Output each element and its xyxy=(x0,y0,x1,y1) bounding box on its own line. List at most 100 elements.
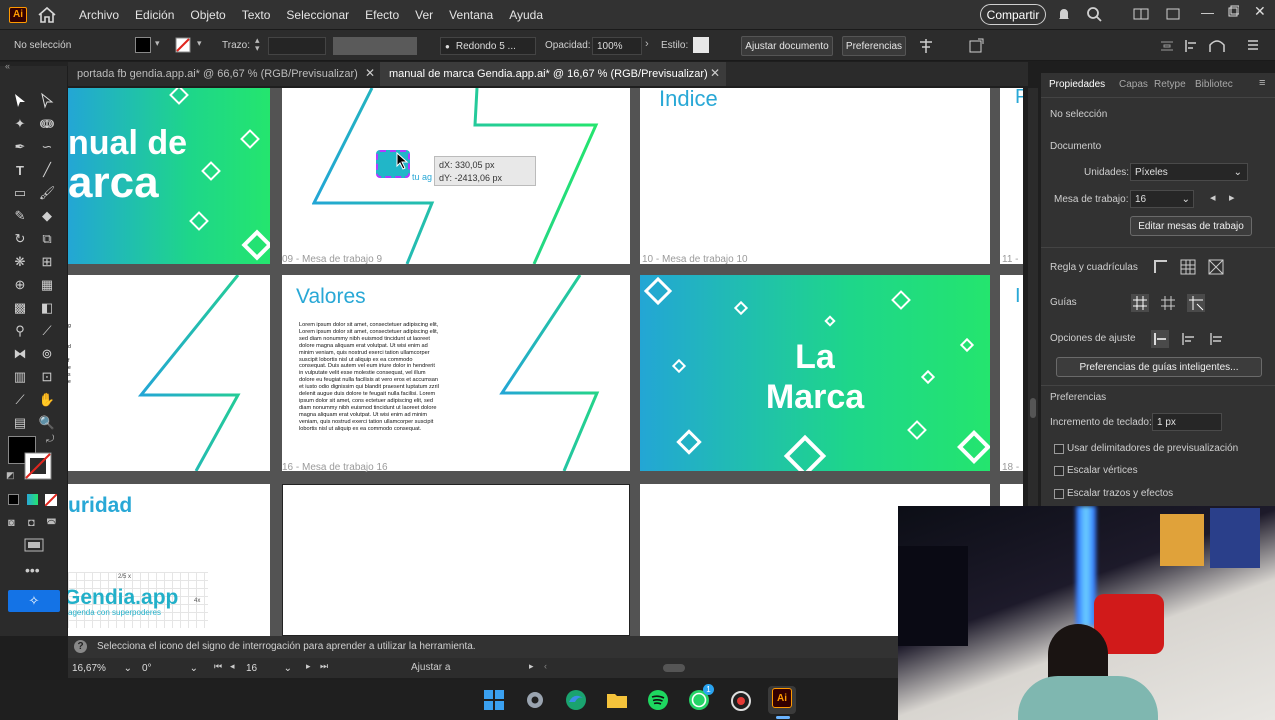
type-tool-icon[interactable]: T xyxy=(11,161,29,179)
scale-corners-checkbox[interactable] xyxy=(1054,466,1064,476)
draw-behind-icon[interactable]: ◘ xyxy=(28,517,35,529)
tab-capas[interactable]: Capas xyxy=(1119,79,1148,90)
draw-normal-icon[interactable]: ◙ xyxy=(8,517,15,529)
workspace-icon[interactable] xyxy=(1166,8,1180,20)
artboard-tool-icon[interactable]: ⊡ xyxy=(38,368,56,386)
pen-tool-icon[interactable]: ✒ xyxy=(11,138,29,156)
menu-texto[interactable]: Texto xyxy=(234,8,279,22)
restore-icon[interactable] xyxy=(1227,5,1239,17)
close-window-icon[interactable]: ✕ xyxy=(1254,3,1266,20)
first-artboard-icon[interactable]: ⏮ xyxy=(214,661,222,672)
line-tool-icon[interactable]: ╱ xyxy=(38,161,56,179)
grid-icon[interactable] xyxy=(1180,259,1196,275)
artboard-8[interactable]: nual de arca xyxy=(68,88,270,264)
contextual-task-icon[interactable]: ✧ xyxy=(8,590,60,612)
tab-bibliotecas[interactable]: Bibliotec xyxy=(1195,79,1233,90)
zoom-tool-icon[interactable]: 🔍 xyxy=(38,414,56,432)
hand-tool-icon[interactable]: ✋ xyxy=(38,391,56,409)
distribute-icon[interactable] xyxy=(1160,39,1174,53)
blend-tool-icon[interactable]: ⧓ xyxy=(11,345,29,363)
none-mode-icon[interactable] xyxy=(45,494,57,506)
horizontal-scroll-thumb[interactable] xyxy=(663,664,685,672)
fill-swatch[interactable] xyxy=(135,37,151,53)
lock-guides-icon[interactable] xyxy=(1159,294,1177,312)
close-tab-icon[interactable]: ✕ xyxy=(365,66,375,80)
print-tiling-icon[interactable]: ▤ xyxy=(11,414,29,432)
status-arrow-icon[interactable]: ▸ xyxy=(529,661,534,672)
snap-to-pixel-icon[interactable] xyxy=(1207,330,1225,348)
arrange-documents-icon[interactable] xyxy=(1133,8,1149,20)
measure-icon[interactable]: ⟋ xyxy=(38,322,56,340)
tab-manual-de-marca[interactable]: manual de marca Gendia.app.ai* @ 16,67 %… xyxy=(380,62,726,86)
menu-efecto[interactable]: Efecto xyxy=(357,8,407,22)
scale-tool-icon[interactable]: ⧉ xyxy=(38,230,56,248)
scale-strokes-checkbox[interactable] xyxy=(1054,489,1064,499)
panel-menu-icon[interactable] xyxy=(1247,39,1259,51)
spotify-icon[interactable] xyxy=(646,688,670,712)
opacity-input[interactable]: 100% xyxy=(592,37,642,55)
file-explorer-icon[interactable] xyxy=(605,688,629,712)
menu-seleccionar[interactable]: Seleccionar xyxy=(278,8,357,22)
tab-portada-fb[interactable]: portada fb gendia.app.ai* @ 66,67 % (RGB… xyxy=(68,62,380,86)
warp-icon[interactable] xyxy=(1208,39,1226,53)
variable-width-profile[interactable] xyxy=(333,37,417,55)
menu-ver[interactable]: Ver xyxy=(407,8,441,22)
column-graph-icon[interactable]: ▥ xyxy=(11,368,29,386)
eraser-icon[interactable]: ◆ xyxy=(38,207,56,225)
stroke-weight-input[interactable] xyxy=(268,37,326,55)
preferences-button[interactable]: Preferencias xyxy=(842,36,906,56)
close-tab-icon[interactable]: ✕ xyxy=(710,66,720,80)
next-artboard-icon[interactable]: ▸ xyxy=(1229,191,1235,204)
adjust-document-button[interactable]: Ajustar documento xyxy=(741,36,833,56)
show-guides-icon[interactable] xyxy=(1131,294,1149,312)
color-mode-icon[interactable] xyxy=(8,494,19,505)
default-colors-icon[interactable]: ◩ xyxy=(6,470,15,481)
free-transform-icon[interactable]: ⊞ xyxy=(38,253,56,271)
stroke-none-swatch[interactable] xyxy=(175,37,191,53)
artboard-16[interactable]: Valores Lorem ipsum dolor sit amet, cons… xyxy=(282,275,630,471)
panel-menu-icon[interactable]: ≡ xyxy=(1259,77,1265,89)
snap-to-grid-icon[interactable] xyxy=(1179,330,1197,348)
stroke-stepper-icon[interactable]: ▴ ▾ xyxy=(255,36,260,53)
screen-recorder-icon[interactable] xyxy=(729,688,753,712)
chevron-down-icon[interactable]: ▾ xyxy=(197,38,202,49)
gradient-mode-icon[interactable] xyxy=(27,494,38,505)
perspective-grid-icon[interactable]: ▦ xyxy=(38,276,56,294)
edge-browser-icon[interactable] xyxy=(564,688,588,712)
artboard-15[interactable]: gdfese xyxy=(68,275,270,471)
chevron-down-icon[interactable]: ▾ xyxy=(155,38,160,49)
artboard-9[interactable]: pp tu ag superpoderes dX: 330,05 px dY: … xyxy=(282,88,630,264)
direct-selection-tool-icon[interactable] xyxy=(38,92,56,110)
align-left-icon[interactable] xyxy=(1184,39,1198,53)
artboard-select[interactable]: 16 ⌄ xyxy=(1130,190,1194,208)
artboard-19[interactable]: uridad Gendia.app agenda con superpodere… xyxy=(68,484,270,636)
help-icon[interactable]: ? xyxy=(74,640,87,653)
settings-icon[interactable] xyxy=(523,688,547,712)
artboard-18[interactable]: I xyxy=(1000,275,1023,471)
draw-inside-icon[interactable]: ◚ xyxy=(46,517,57,530)
smart-guides-icon[interactable] xyxy=(1187,294,1205,312)
curvature-tool-icon[interactable]: ∽ xyxy=(38,138,56,156)
shaper-tool-icon[interactable]: ✎ xyxy=(11,207,29,225)
artboard-nav-select[interactable]: 16 ⌄ xyxy=(246,660,296,676)
menu-archivo[interactable]: Archivo xyxy=(71,8,127,22)
mesh-tool-icon[interactable]: ▩ xyxy=(11,299,29,317)
symbol-sprayer-icon[interactable]: ⊚ xyxy=(38,345,56,363)
shape-builder-icon[interactable]: ⊕ xyxy=(11,276,29,294)
share-button[interactable]: Compartir xyxy=(980,4,1046,25)
style-swatch[interactable] xyxy=(693,37,709,53)
lasso-icon[interactable]: ↈ xyxy=(38,115,56,133)
menu-ayuda[interactable]: Ayuda xyxy=(501,8,551,22)
eyedropper-icon[interactable]: ⚲ xyxy=(11,322,29,340)
warp-tool-icon[interactable]: ❋ xyxy=(11,253,29,271)
canvas[interactable]: nual de arca pp tu ag superpoderes dX: 3… xyxy=(68,88,1023,636)
collapse-icon[interactable]: « xyxy=(5,61,10,71)
rotation-select[interactable]: 0° ⌄ xyxy=(142,660,202,676)
menu-edicion[interactable]: Edición xyxy=(127,8,182,22)
next-artboard-icon[interactable]: ▸ xyxy=(306,661,311,672)
artboard-11[interactable]: P xyxy=(1000,88,1023,264)
prev-artboard-icon[interactable]: ◂ xyxy=(230,661,235,672)
prev-artboard-icon[interactable]: ◂ xyxy=(1210,191,1216,204)
smart-guides-preferences-button[interactable]: Preferencias de guías inteligentes... xyxy=(1056,357,1262,377)
transform-icon[interactable] xyxy=(968,38,984,54)
